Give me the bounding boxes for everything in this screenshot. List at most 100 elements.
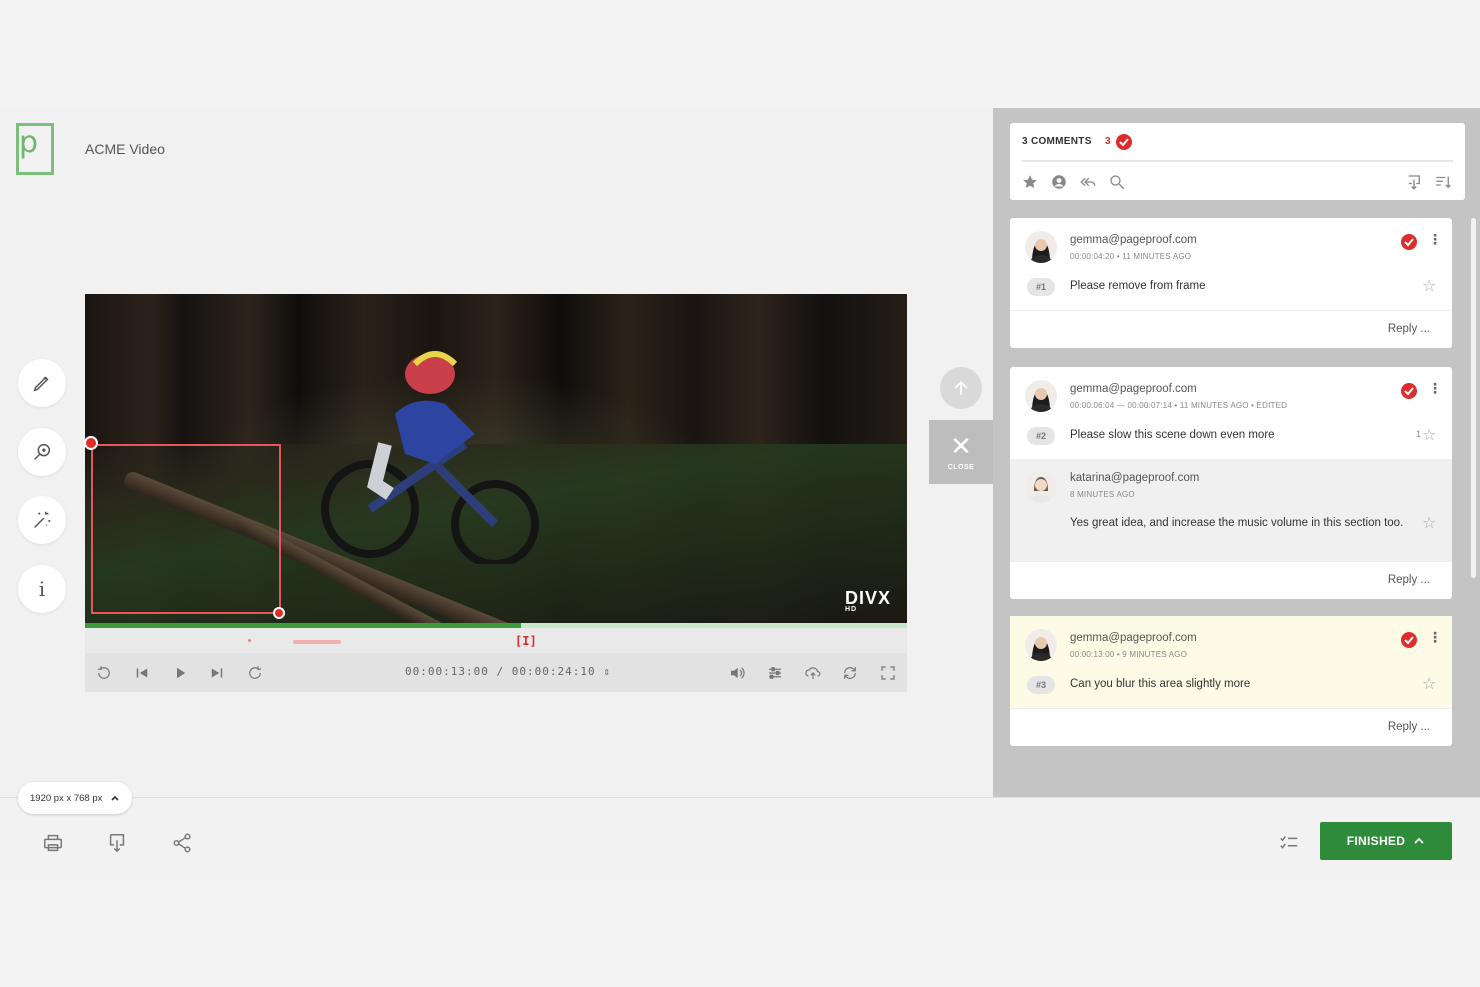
close-label: CLOSE (947, 463, 975, 471)
filter-starred-button[interactable] (1020, 172, 1040, 192)
reply-button[interactable]: Reply ... (1388, 574, 1430, 586)
resolved-check-icon[interactable] (1400, 382, 1418, 400)
cloud-upload-icon (805, 667, 821, 679)
rewind-5-button[interactable] (94, 663, 114, 683)
search-comments-button[interactable] (1107, 172, 1127, 192)
resolved-check-icon[interactable] (1400, 631, 1418, 649)
project-title: ACME Video (85, 141, 165, 157)
finished-button[interactable]: FINISHED (1320, 822, 1452, 860)
comment-pin[interactable]: #2 (1027, 427, 1055, 445)
comment-range-2[interactable] (293, 640, 341, 644)
current-time: 00:00:13:00 (405, 665, 489, 678)
comment-pin[interactable]: #3 (1027, 676, 1055, 694)
more-options-icon[interactable]: ⋮ (1428, 630, 1442, 644)
zoom-tool-button[interactable] (18, 428, 66, 476)
timecode-toggle-icon[interactable]: ⇕ (603, 665, 611, 678)
logo-letter: p (19, 125, 39, 160)
chevron-up-icon (111, 795, 119, 801)
resolved-count: 3 (1105, 136, 1111, 147)
chevron-up-icon (1414, 837, 1424, 844)
reply-button[interactable]: Reply ... (1388, 323, 1430, 335)
fullscreen-button[interactable] (878, 663, 898, 683)
pencil-icon (33, 376, 49, 392)
filter-user-button[interactable] (1049, 172, 1069, 192)
comment-pin[interactable]: #1 (1027, 278, 1055, 296)
comment-text: Can you blur this area slightly more (1070, 678, 1251, 690)
star-outline-icon[interactable]: ☆ (1422, 676, 1436, 692)
avatar[interactable] (1025, 629, 1057, 661)
finished-label: FINISHED (1346, 834, 1406, 848)
checklist-button[interactable] (1277, 831, 1301, 855)
filter-replies-button[interactable] (1078, 172, 1098, 192)
loop-button[interactable] (840, 663, 860, 683)
loop-icon (844, 667, 856, 679)
resolved-check-icon[interactable] (1115, 133, 1133, 151)
volume-icon (731, 667, 745, 679)
star-filled-icon (1023, 175, 1037, 188)
printer-icon (44, 834, 62, 852)
annotation-handle-bottom-right[interactable] (273, 607, 285, 619)
star-outline-icon[interactable]: ☆ (1422, 515, 1436, 531)
reply-all-icon (1080, 177, 1096, 187)
timecode[interactable]: 00:00:13:00 / 00:00:24:10 ⇕ (405, 665, 611, 678)
bottom-toolbar: 1920 px x 768 px FINISHED (0, 782, 1480, 878)
comment-reply[interactable]: katarina@pageproof.com 8 MINUTES AGO Yes… (1010, 459, 1452, 561)
checklist-icon (1280, 836, 1298, 849)
volume-button[interactable] (727, 663, 747, 683)
close-panel-button[interactable]: ✕ CLOSE (929, 420, 993, 484)
pageproof-logo[interactable]: p (16, 123, 54, 175)
export-comments-button[interactable] (1404, 172, 1424, 192)
reply-button[interactable]: Reply ... (1388, 721, 1430, 733)
search-icon (1110, 175, 1125, 190)
forward-5-button[interactable] (245, 663, 265, 683)
upload-button[interactable] (803, 663, 823, 683)
avatar[interactable] (1025, 471, 1057, 503)
comment-card-2[interactable]: gemma@pageproof.com 00:00:06:04 — 00:00:… (1010, 367, 1452, 599)
magic-wand-button[interactable] (18, 496, 66, 544)
panel-scrollbar[interactable] (1471, 218, 1476, 578)
comment-marker-3[interactable]: [I] (515, 634, 537, 648)
comment-marker-1[interactable] (248, 639, 251, 642)
timeline[interactable]: [I] (85, 623, 907, 653)
reply-text: Yes great idea, and increase the music v… (1070, 517, 1404, 529)
download-icon (1408, 175, 1420, 190)
star-outline-icon[interactable]: ☆ (1422, 278, 1436, 294)
close-icon: ✕ (950, 431, 972, 462)
play-button[interactable] (170, 663, 190, 683)
comment-card-1[interactable]: gemma@pageproof.com 00:00:04:20 • 11 MIN… (1010, 218, 1452, 348)
next-frame-button[interactable] (207, 663, 227, 683)
duration: / 00:00:24:10 (496, 665, 596, 678)
scroll-up-button[interactable] (940, 367, 982, 409)
download-button[interactable] (105, 831, 129, 855)
resolution-selector[interactable]: 1920 px x 768 px (18, 782, 133, 814)
pen-tool-button[interactable] (18, 359, 66, 407)
mountain-biker (321, 351, 539, 564)
print-button[interactable] (41, 831, 65, 855)
search-zoom-icon (34, 443, 51, 460)
divx-watermark: DIVX HD (845, 588, 891, 613)
sliders-icon (769, 667, 781, 679)
info-icon: i (38, 577, 46, 601)
previous-frame-button[interactable] (132, 663, 152, 683)
info-button[interactable]: i (18, 565, 66, 613)
arrow-up-icon (954, 380, 968, 395)
resolved-check-icon[interactable] (1400, 233, 1418, 251)
download-icon (109, 834, 125, 853)
avatar[interactable] (1025, 380, 1057, 412)
star-outline-icon[interactable]: ☆ (1422, 427, 1436, 443)
fast-forward-icon (249, 666, 261, 679)
resolution-label: 1920 px x 768 px (30, 792, 103, 804)
comment-card-3[interactable]: gemma@pageproof.com 00:00:13:00 • 9 MINU… (1010, 616, 1452, 746)
star-count: 1 (1416, 429, 1422, 439)
avatar[interactable] (1025, 231, 1057, 263)
more-options-icon[interactable]: ⋮ (1428, 232, 1442, 246)
player-controls: 00:00:13:00 / 00:00:24:10 ⇕ (85, 653, 907, 692)
annotation-handle-top-left[interactable] (84, 436, 98, 450)
more-options-icon[interactable]: ⋮ (1428, 381, 1442, 395)
adjustments-button[interactable] (765, 663, 785, 683)
annotation-rectangle[interactable] (91, 444, 281, 614)
sort-comments-button[interactable] (1433, 172, 1453, 192)
magic-wand-icon (34, 511, 51, 528)
share-button[interactable] (170, 831, 194, 855)
reply-row: Reply ... (1010, 561, 1452, 599)
